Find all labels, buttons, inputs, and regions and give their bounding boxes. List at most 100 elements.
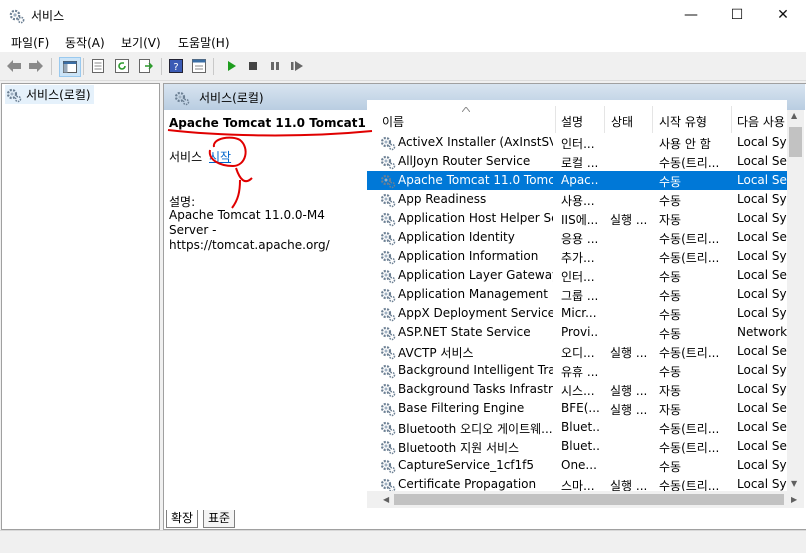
service-name-cell: Bluetooth 지원 서비스 — [398, 441, 520, 455]
service-row[interactable]: Bluetooth 오디오 게이트웨... Bluet... 수동(트리... Loc… — [367, 418, 787, 437]
gear-icon — [380, 345, 396, 360]
gear-icon — [380, 193, 396, 208]
maximize-icon: ☐ — [730, 7, 744, 23]
pane-header-title: 서비스(로컬) — [199, 91, 264, 105]
service-name-cell: AppX Deployment Service ... — [398, 306, 553, 320]
service-logon-cell: Local Ser — [737, 344, 787, 358]
service-startup-type-cell: 수동 — [659, 460, 682, 474]
menu-action[interactable]: 동작(A) — [65, 34, 105, 51]
console-tree-icon[interactable] — [59, 57, 81, 77]
back-arrow-icon[interactable] — [5, 57, 23, 75]
column-header-startup-type[interactable]: 시작 유형 — [659, 113, 707, 130]
gear-icon — [6, 88, 22, 102]
service-status-cell: 실행 ... — [610, 213, 648, 227]
column-divider[interactable] — [652, 106, 653, 133]
service-row[interactable]: Background Tasks Infrastru... 시스... 실행 ...… — [367, 380, 787, 399]
toolbar-separator — [213, 58, 214, 75]
column-divider[interactable] — [555, 106, 556, 133]
service-row[interactable]: Application Host Helper Se... IIS에... 실행 .… — [367, 209, 787, 228]
play-icon[interactable] — [222, 57, 240, 75]
column-divider[interactable] — [731, 106, 732, 133]
service-startup-type-cell: 자동 — [659, 403, 682, 417]
service-description-cell: Bluet... — [561, 420, 599, 434]
service-logon-cell: Local Sys — [737, 192, 787, 206]
service-action-label: 서비스 — [169, 150, 203, 164]
refresh-icon[interactable] — [113, 57, 131, 75]
service-row[interactable]: Application Identity 응용 ... 수동(트리... Local … — [367, 228, 787, 247]
service-description-cell: Bluet... — [561, 439, 599, 453]
service-startup-type-cell: 수동(트리... — [659, 422, 720, 436]
tab-standard[interactable]: 표준 — [203, 510, 236, 528]
service-name-cell: Certificate Propagation — [398, 477, 537, 491]
menu-help[interactable]: 도움말(H) — [178, 34, 230, 51]
vertical-scroll-thumb[interactable] — [789, 127, 802, 157]
maximize-button[interactable]: ☐ — [714, 0, 760, 30]
gear-icon — [380, 250, 396, 265]
vertical-scrollbar[interactable]: ▲ ▼ — [787, 110, 804, 491]
view-tabs — [164, 508, 805, 528]
gear-icon — [380, 478, 396, 491]
menu-view[interactable]: 보기(V) — [121, 34, 161, 51]
column-header-status[interactable]: 상태 — [611, 113, 633, 130]
service-row[interactable]: Application Information 추가... 수동(트리... Loca… — [367, 247, 787, 266]
service-row[interactable]: AVCTP 서비스 오디... 실행 ... 수동(트리... Local Ser — [367, 342, 787, 361]
horizontal-scroll-thumb[interactable] — [394, 494, 784, 505]
service-status-cell: 실행 ... — [610, 403, 648, 417]
scroll-left-icon[interactable]: ◀ — [383, 495, 389, 504]
service-name-cell: Bluetooth 오디오 게이트웨... — [398, 422, 553, 436]
service-logon-cell: Network — [737, 325, 787, 339]
service-row[interactable]: Apache Tomcat 11.0 Tomc... Apac... 수동 Local… — [367, 171, 787, 190]
column-header-description[interactable]: 설명 — [561, 113, 583, 130]
service-row[interactable]: ActiveX Installer (AxInstSV) 인터... 사용 안 함 L… — [367, 133, 787, 152]
scroll-up-icon[interactable]: ▲ — [791, 111, 797, 120]
column-header-log-on-as[interactable]: 다음 사용 — [737, 113, 785, 130]
service-startup-type-cell: 자동 — [659, 384, 682, 398]
properties-icon[interactable] — [89, 57, 107, 75]
close-button[interactable]: ✕ — [760, 0, 806, 30]
service-row[interactable]: Application Management 그룹 ... 수동 Local Sys — [367, 285, 787, 304]
service-name-cell: Background Tasks Infrastru... — [398, 382, 553, 396]
service-row[interactable]: Base Filtering Engine BFE(... 실행 ... 자동 Loca… — [367, 399, 787, 418]
tree-item-label: 서비스(로컬) — [26, 88, 91, 102]
tab-extended[interactable]: 확장 — [166, 510, 199, 528]
minimize-button[interactable]: — — [668, 0, 714, 30]
service-row[interactable]: Certificate Propagation 스마... 실행 ... 수동(트리.… — [367, 475, 787, 491]
service-name-cell: Apache Tomcat 11.0 Tomc... — [398, 173, 553, 187]
gear-icon — [174, 91, 190, 106]
view-icon[interactable] — [190, 57, 208, 75]
export-icon[interactable] — [137, 57, 155, 75]
service-logon-cell: Local Sys — [737, 211, 787, 225]
column-header-name[interactable]: 이름 — [382, 113, 404, 130]
service-row[interactable]: Bluetooth 지원 서비스 Bluet... 수동(트리... Local Se… — [367, 437, 787, 456]
start-service-link[interactable]: 시작 — [209, 148, 231, 165]
scroll-right-icon[interactable]: ▶ — [791, 495, 797, 504]
gear-icon — [380, 269, 396, 284]
service-row[interactable]: App Readiness 사용... 수동 Local Sys — [367, 190, 787, 209]
service-logon-cell: Local Ser — [737, 230, 787, 244]
help-icon[interactable]: ? — [167, 57, 185, 75]
forward-arrow-icon[interactable] — [27, 57, 45, 75]
stop-icon[interactable] — [244, 57, 262, 75]
column-divider[interactable] — [604, 106, 605, 133]
gear-icon — [380, 155, 396, 170]
svg-text:?: ? — [173, 62, 178, 73]
scroll-down-icon[interactable]: ▼ — [791, 479, 797, 488]
service-status-cell: 실행 ... — [610, 384, 648, 398]
service-description-cell: 사용... — [561, 194, 595, 208]
service-startup-type-cell: 수동 — [659, 327, 682, 341]
service-description-cell: 응용 ... — [561, 232, 599, 246]
menu-file[interactable]: 파일(F) — [11, 34, 49, 51]
tree-item-services-local[interactable]: 서비스(로컬) — [5, 85, 94, 104]
service-status-cell: 실행 ... — [610, 479, 648, 491]
service-name-cell: Background Intelligent Tra... — [398, 363, 553, 377]
restart-icon[interactable] — [288, 57, 306, 75]
service-row[interactable]: AppX Deployment Service ... Micr... 수동 Loca… — [367, 304, 787, 323]
service-row[interactable]: ASP.NET State Service Provi... 수동 Network — [367, 323, 787, 342]
service-row[interactable]: AllJoyn Router Service 로컬 ... 수동(트리... Loca… — [367, 152, 787, 171]
service-row[interactable]: Background Intelligent Tra... 유휴 ... 수동 Loc… — [367, 361, 787, 380]
pause-icon[interactable] — [266, 57, 284, 75]
service-row[interactable]: Application Layer Gateway ... 인터... 수동 Loca… — [367, 266, 787, 285]
service-description-cell: Micr... — [561, 306, 597, 320]
service-row[interactable]: CaptureService_1cf1f5 One... 수동 Local Sys — [367, 456, 787, 475]
services-list[interactable]: 이름 설명 상태 시작 유형 다음 사용 ActiveX Installer (… — [367, 100, 787, 491]
